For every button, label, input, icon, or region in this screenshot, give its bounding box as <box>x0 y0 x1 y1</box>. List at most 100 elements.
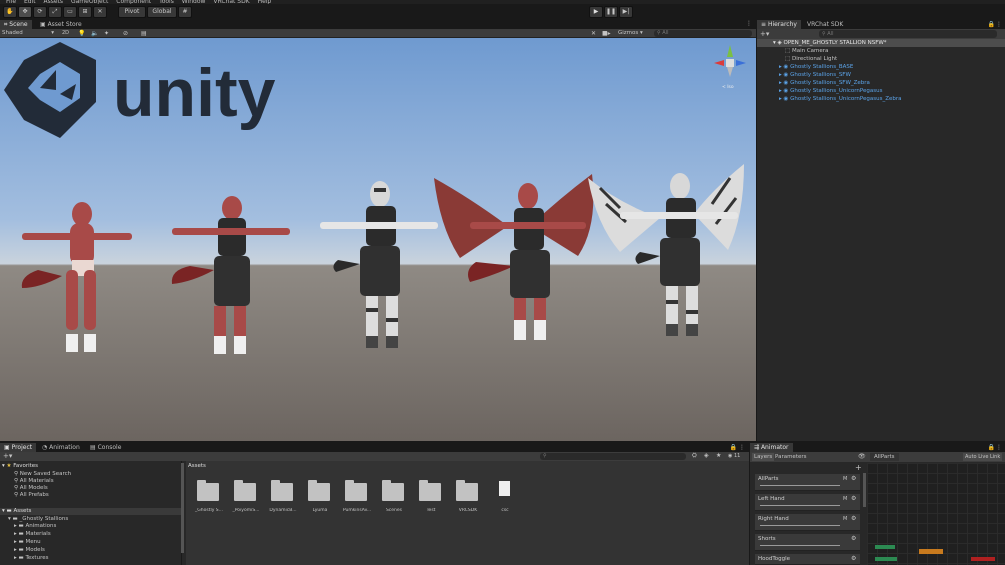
hierarchy-scene-root[interactable]: ▾ ◈ OPEN_ME_GHOSTLY STALLION NSFW* <box>757 39 1005 47</box>
pivot-toggle[interactable]: Pivot <box>118 6 146 18</box>
pause-icon[interactable]: ❚❚ <box>604 6 618 18</box>
audio-toggle-icon[interactable]: 🔈 <box>91 30 98 37</box>
scale-tool-icon[interactable]: ⤢ <box>48 6 62 18</box>
asset-folder[interactable]: DynamicB... <box>268 480 298 525</box>
lock-icon[interactable]: 🔒 <box>988 444 995 451</box>
asset-folder[interactable]: Lyuma <box>305 480 335 525</box>
favorite-icon[interactable]: ★ <box>716 452 721 460</box>
tree-item[interactable]: ▸ ▬ Materials <box>14 531 51 538</box>
gear-icon[interactable]: ⚙ <box>851 535 856 542</box>
lighting-toggle-icon[interactable]: 💡 <box>78 30 85 37</box>
hierarchy-menu-icon[interactable]: ⋮ <box>996 21 1002 28</box>
lock-icon[interactable]: 🔒 <box>730 444 737 451</box>
animator-layer[interactable]: Right Hand M ⚙ <box>755 514 860 531</box>
asset-folder[interactable]: _PoiyomiS... <box>231 480 261 525</box>
favorite-item[interactable]: ⚲ All Materials <box>14 478 54 485</box>
state-node-any[interactable] <box>875 557 897 561</box>
hidden-objects-icon[interactable]: ⊘ <box>123 30 128 37</box>
hierarchy-item-directional-light[interactable]: ⬚ Directional Light <box>785 55 837 63</box>
hierarchy-item-unicorn-pegasus[interactable]: ▸ ◉ Ghostly Stallions_UnicornPegasus <box>779 87 882 95</box>
favorite-item[interactable]: ⚲ All Prefabs <box>14 492 49 499</box>
tab-hierarchy[interactable]: ≡ Hierarchy <box>757 20 801 29</box>
projection-label[interactable]: < Iso <box>722 85 734 90</box>
transform-tool-icon[interactable]: ⊞ <box>78 6 92 18</box>
add-layer-icon[interactable]: + <box>855 464 862 472</box>
animator-layer[interactable]: AllParts M ⚙ <box>755 474 860 491</box>
layer-weight-slider[interactable] <box>760 545 840 546</box>
tree-item[interactable]: ▸ ▬ Textures <box>14 555 48 562</box>
hierarchy-item-sfw[interactable]: ▸ ◉ Ghostly Stallions_SFW <box>779 71 851 79</box>
tab-animator[interactable]: ⇶ Animator <box>750 443 793 452</box>
state-node-default[interactable] <box>919 549 943 554</box>
add-icon[interactable]: +▾ <box>3 452 12 460</box>
asset-folder[interactable]: Test <box>416 480 446 525</box>
gizmos-dropdown[interactable]: Gizmos ▾ <box>618 30 643 37</box>
eye-icon[interactable]: 👁 <box>858 453 866 461</box>
layer-weight-slider[interactable] <box>760 525 840 526</box>
animator-breadcrumb[interactable]: AllParts <box>870 453 899 461</box>
scene-search-input[interactable]: ⚲ All <box>654 30 752 37</box>
tab-console[interactable]: ▤ Console <box>86 443 125 452</box>
play-icon[interactable]: ▶ <box>589 6 603 18</box>
favorites-header[interactable]: ▾ ★ Favorites <box>2 463 38 470</box>
camera-settings-icon[interactable]: ▤ <box>141 30 147 37</box>
tools-icon[interactable]: ✕ <box>591 30 596 37</box>
shading-mode-dropdown[interactable]: Shaded ▾ <box>2 30 56 37</box>
tab-vrchat-sdk[interactable]: VRChat SDK <box>803 20 847 29</box>
asset-folder[interactable]: VRCSDK <box>453 480 483 525</box>
hierarchy-item-unicorn-pegasus-zebra[interactable]: ▸ ◉ Ghostly Stallions_UnicornPegasus_Zeb… <box>779 95 902 103</box>
tab-project[interactable]: ▣ Project <box>0 443 37 452</box>
hierarchy-search-input[interactable]: ⚲ All <box>819 30 997 38</box>
step-icon[interactable]: ▶| <box>619 6 633 18</box>
effects-toggle-icon[interactable]: ✦ <box>104 30 109 37</box>
tree-item[interactable]: ▸ ▬ Models <box>14 547 45 554</box>
state-node-exit[interactable] <box>971 557 995 561</box>
animator-graph[interactable] <box>867 463 1005 565</box>
camera-icon[interactable]: ■▸ <box>602 30 611 37</box>
filter-label-icon[interactable]: ◈ <box>704 452 709 460</box>
global-toggle[interactable]: Global <box>147 6 177 18</box>
state-node-entry[interactable] <box>875 545 895 549</box>
auto-live-link-button[interactable]: Auto Live Link <box>963 453 1003 461</box>
tab-asset-store[interactable]: ▣ Asset Store <box>36 20 86 29</box>
asset-folder[interactable]: _Ghostly S... <box>194 480 224 525</box>
gear-icon[interactable]: ⚙ <box>851 555 856 562</box>
favorite-item[interactable]: ⚲ All Models <box>14 485 48 492</box>
gear-icon[interactable]: ⚙ <box>851 515 856 522</box>
animator-menu-icon[interactable]: ⋮ <box>996 444 1002 451</box>
custom-tool-icon[interactable]: ✕ <box>93 6 107 18</box>
asset-file[interactable]: csc <box>490 481 520 525</box>
tree-scrollbar[interactable] <box>181 463 184 553</box>
hierarchy-item-main-camera[interactable]: ⬚ Main Camera <box>785 47 828 55</box>
tree-item-ghostly[interactable]: ▾ ▬ _Ghostly Stallions <box>8 516 68 523</box>
tab-scene[interactable]: ⌗ Scene <box>0 20 32 29</box>
scene-viewport[interactable]: unity < Iso <box>0 38 756 441</box>
hand-tool-icon[interactable]: ✋ <box>3 6 17 18</box>
animator-layer[interactable]: Left Hand M ⚙ <box>755 494 860 511</box>
assets-root[interactable]: ▾ ▬ Assets <box>0 508 181 515</box>
layers-scrollbar[interactable] <box>863 473 866 507</box>
tree-item[interactable]: ▸ ▬ Menu <box>14 539 41 546</box>
hierarchy-item-sfw-zebra[interactable]: ▸ ◉ Ghostly Stallions_SFW_Zebra <box>779 79 870 87</box>
layer-weight-slider[interactable] <box>760 485 840 486</box>
hierarchy-item-base[interactable]: ▸ ◉ Ghostly Stallions_BASE <box>779 63 853 71</box>
tree-item[interactable]: ▸ ▬ Animations <box>14 523 56 530</box>
gear-icon[interactable]: ⚙ <box>851 495 856 502</box>
move-tool-icon[interactable]: ✥ <box>18 6 32 18</box>
animator-layer[interactable]: HoodToggle ⚙ <box>755 554 860 565</box>
asset-folder[interactable]: PumkinsAv... <box>342 480 372 525</box>
project-search-input[interactable]: ⚲ <box>540 453 686 460</box>
grid-snap-icon[interactable]: # <box>178 6 192 18</box>
assets-breadcrumb[interactable]: Assets <box>188 463 206 469</box>
favorite-item[interactable]: ⚲ New Saved Search <box>14 471 71 478</box>
gear-icon[interactable]: ⚙ <box>851 475 856 482</box>
lock-icon[interactable]: 🔒 <box>988 21 995 28</box>
filter-type-icon[interactable]: ⛭ <box>692 452 697 460</box>
asset-folder[interactable]: Scenes <box>379 480 409 525</box>
scene-menu-icon[interactable]: ⋮ <box>746 20 752 27</box>
animator-layer[interactable]: Shorts ⚙ <box>755 534 860 551</box>
project-menu-icon[interactable]: ⋮ <box>739 444 745 451</box>
rect-tool-icon[interactable]: ▭ <box>63 6 77 18</box>
tab-parameters[interactable]: Parameters <box>775 453 806 461</box>
layer-weight-slider[interactable] <box>760 505 840 506</box>
